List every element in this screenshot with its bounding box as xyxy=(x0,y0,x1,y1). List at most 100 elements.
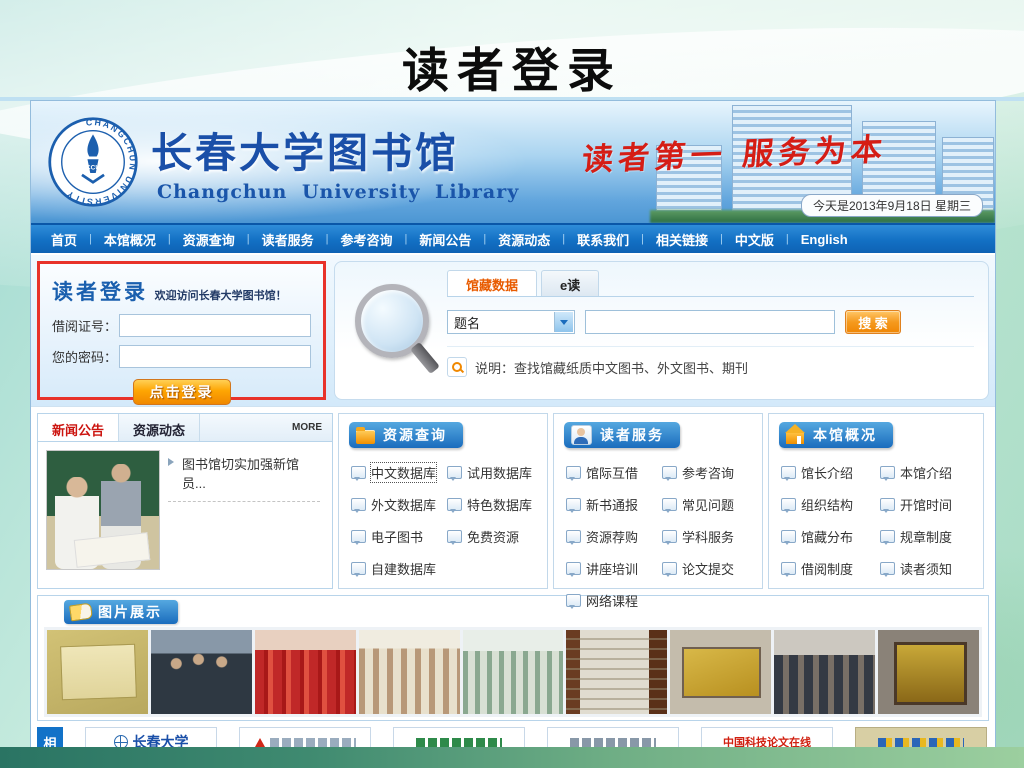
photo-stack-aisle[interactable] xyxy=(566,630,668,714)
nav-item-5[interactable]: 参考咨询 xyxy=(329,230,405,249)
triangle-bullet-icon xyxy=(168,458,178,466)
nav-item-10[interactable]: 中文版 xyxy=(723,230,786,249)
photo-delegation[interactable] xyxy=(150,630,252,714)
section-link[interactable]: 免费资源 xyxy=(447,527,543,546)
search-button[interactable]: 搜 索 xyxy=(845,310,901,334)
nav-item-4[interactable]: 读者服务 xyxy=(250,230,326,249)
section-link[interactable]: 读者须知 xyxy=(880,559,979,578)
card-number-input[interactable] xyxy=(119,314,311,337)
link-label: 学科服务 xyxy=(682,530,735,545)
search-input[interactable] xyxy=(585,310,835,334)
speech-bubble-icon xyxy=(781,498,796,513)
section-header-tab: 本馆概况 xyxy=(779,422,893,448)
speech-bubble-icon xyxy=(566,466,581,481)
china-sci-tech-papers-online-logo[interactable]: 中国科技论文在线 xyxy=(701,727,833,747)
photo-reading-room[interactable] xyxy=(358,630,460,714)
section-link[interactable]: 自建数据库 xyxy=(351,559,447,578)
section-link[interactable]: 外文数据库 xyxy=(351,495,447,514)
related-links-tab[interactable]: 相 xyxy=(37,727,63,747)
section-link[interactable]: 新书通报 xyxy=(566,495,662,514)
section-link[interactable]: 参考咨询 xyxy=(662,463,758,482)
partner-logo-3[interactable] xyxy=(393,727,525,747)
speech-bubble-icon xyxy=(662,562,677,577)
nav-item-9[interactable]: 相关链接 xyxy=(644,230,720,249)
tab-resource-updates[interactable]: 资源动态 xyxy=(119,414,201,441)
speech-bubble-icon xyxy=(880,466,895,481)
section-link[interactable]: 馆际互借 xyxy=(566,463,662,482)
partner-label: 长春大学 xyxy=(132,735,189,748)
section-title: 读者服务 xyxy=(600,427,664,443)
section-link[interactable]: 特色数据库 xyxy=(447,495,543,514)
photo-plaque[interactable] xyxy=(670,630,772,714)
tab-news-announcements[interactable]: 新闻公告 xyxy=(38,414,120,441)
nav-item-3[interactable]: 资源查询 xyxy=(171,230,247,249)
nav-item-6[interactable]: 新闻公告 xyxy=(407,230,483,249)
nav-item-7[interactable]: 资源动态 xyxy=(486,230,562,249)
section-link[interactable]: 资源荐购 xyxy=(566,527,662,546)
link-label: 馆际互借 xyxy=(586,466,639,481)
partner-logo-2[interactable] xyxy=(239,727,371,747)
section-link[interactable]: 网络课程 xyxy=(566,591,662,610)
section-link[interactable]: 馆长介绍 xyxy=(781,463,880,482)
tab-collection-data[interactable]: 馆藏数据 xyxy=(447,270,538,296)
photo-performance[interactable] xyxy=(254,630,356,714)
chevron-down-icon xyxy=(554,312,573,332)
speech-bubble-icon xyxy=(781,530,796,545)
partner-banner-6[interactable] xyxy=(855,727,987,747)
site-name-english: Changchun University Library xyxy=(157,181,520,203)
search-note: 说明：查找馆藏纸质中文图书、外文图书、期刊 xyxy=(447,346,974,377)
link-label: 馆长介绍 xyxy=(801,466,854,481)
section-link[interactable]: 本馆介绍 xyxy=(880,463,979,482)
tab-e-read[interactable]: e读 xyxy=(541,270,600,296)
section-link[interactable]: 常见问题 xyxy=(662,495,758,514)
site-name-block: 长春大学图书馆 Changchun University Library xyxy=(151,119,519,203)
changchun-university-logo[interactable]: 长春大学 xyxy=(85,727,217,748)
section-link[interactable]: 讲座培训 xyxy=(566,559,662,578)
section-reader-services: 读者服务馆际互借 参考咨询 新书通报 常见问题 资源荐购 学科服务讲座培训 论文提交 网络课程 xyxy=(553,413,763,609)
section-link[interactable]: 中文数据库 xyxy=(351,462,447,483)
section-link[interactable]: 学科服务 xyxy=(662,527,758,546)
link-label: 中文数据库 xyxy=(369,462,438,483)
section-link[interactable]: 开馆时间 xyxy=(880,495,979,514)
nav-item-11[interactable]: English xyxy=(789,232,860,247)
login-button[interactable]: 点击登录 xyxy=(132,379,231,405)
link-label: 本馆介绍 xyxy=(900,466,953,481)
book-icon xyxy=(68,602,94,622)
search-field-select[interactable]: 题名 xyxy=(447,310,575,334)
slide-title: 读者登录 xyxy=(402,44,622,99)
password-input[interactable] xyxy=(119,345,311,368)
folder-icon xyxy=(356,426,375,444)
nav-item-2[interactable]: 本馆概况 xyxy=(92,230,168,249)
section-link[interactable]: 论文提交 xyxy=(662,559,758,578)
card-number-label: 借阅证号： xyxy=(52,319,118,334)
section-link[interactable]: 电子图书 xyxy=(351,527,447,546)
partner-links-row: 相 长春大学 中国科技论文在线 xyxy=(37,727,989,748)
magnifier-handle xyxy=(410,341,440,375)
speech-bubble-icon xyxy=(351,466,366,481)
photo-award-plaque[interactable] xyxy=(878,630,980,714)
speech-bubble-icon xyxy=(566,498,581,513)
section-link[interactable]: 借阅制度 xyxy=(781,559,880,578)
link-label: 外文数据库 xyxy=(371,498,437,513)
section-link[interactable]: 试用数据库 xyxy=(447,463,543,482)
search-panel: 馆藏数据 e读 题名 搜 索 说明：查找馆藏纸质中文图书、外文图书、期刊 xyxy=(334,261,989,400)
nav-item-1[interactable]: 首页 xyxy=(39,230,89,249)
section-link[interactable]: 馆藏分布 xyxy=(781,527,880,546)
section-link[interactable]: 规章制度 xyxy=(880,527,979,546)
news-item-label: 图书馆切实加强新馆员... xyxy=(182,457,300,491)
news-tabs: 新闻公告 资源动态 MORE xyxy=(38,414,332,442)
more-link[interactable]: MORE xyxy=(292,414,332,441)
search-row: 题名 搜 索 xyxy=(447,310,974,334)
link-label: 规章制度 xyxy=(900,530,953,545)
photo-certificate[interactable] xyxy=(47,630,148,714)
partner-logo-graphic xyxy=(878,737,964,747)
photo-visitors[interactable] xyxy=(774,630,876,714)
section-link[interactable]: 组织结构 xyxy=(781,495,880,514)
gallery-panel: 图片展示 xyxy=(37,595,989,721)
partner-logo-4[interactable] xyxy=(547,727,679,747)
nav-item-8[interactable]: 联系我们 xyxy=(565,230,641,249)
photo-bookshelves[interactable] xyxy=(462,630,564,714)
news-item[interactable]: 图书馆切实加强新馆员... xyxy=(168,452,320,502)
slide-bottom-band xyxy=(0,747,1024,768)
link-label: 开馆时间 xyxy=(900,498,953,513)
